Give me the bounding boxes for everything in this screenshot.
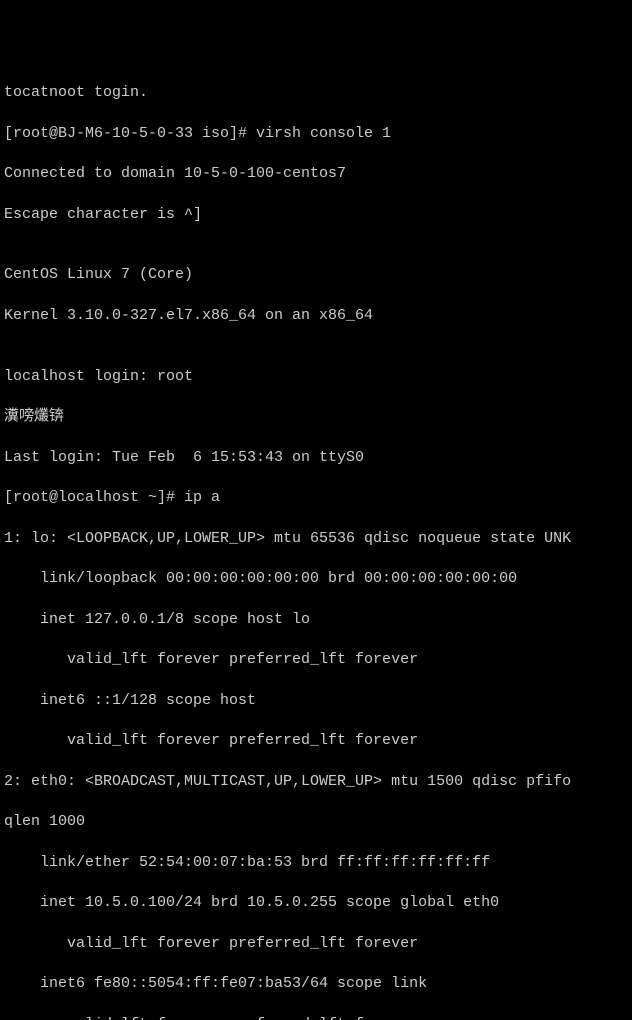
terminal-line-password-garbled: 瀵嗙爜锛 (4, 407, 628, 427)
terminal-line-eth0-qlen: qlen 1000 (4, 812, 628, 832)
terminal-line-escape: Escape character is ^] (4, 205, 628, 225)
terminal-line-ip-cmd: [root@localhost ~]# ip a (4, 488, 628, 508)
terminal-line-lo-lft6: valid_lft forever preferred_lft forever (4, 731, 628, 751)
terminal-line-last-login: Last login: Tue Feb 6 15:53:43 on ttyS0 (4, 448, 628, 468)
terminal-line-lo-inet: inet 127.0.0.1/8 scope host lo (4, 610, 628, 630)
terminal-line-virsh-cmd: [root@BJ-M6-10-5-0-33 iso]# virsh consol… (4, 124, 628, 144)
terminal-line-truncated: tocatnoot togin. (4, 83, 628, 103)
terminal-line-eth0-inet6: inet6 fe80::5054:ff:fe07:ba53/64 scope l… (4, 974, 628, 994)
terminal-line-connected: Connected to domain 10-5-0-100-centos7 (4, 164, 628, 184)
terminal-line-lo-inet6: inet6 ::1/128 scope host (4, 691, 628, 711)
terminal-line-lo-iface: 1: lo: <LOOPBACK,UP,LOWER_UP> mtu 65536 … (4, 529, 628, 549)
terminal-line-login: localhost login: root (4, 367, 628, 387)
terminal-line-eth0-iface: 2: eth0: <BROADCAST,MULTICAST,UP,LOWER_U… (4, 772, 628, 792)
terminal-line-eth0-inet: inet 10.5.0.100/24 brd 10.5.0.255 scope … (4, 893, 628, 913)
terminal-line-kernel: Kernel 3.10.0-327.el7.x86_64 on an x86_6… (4, 306, 628, 326)
terminal-line-lo-link: link/loopback 00:00:00:00:00:00 brd 00:0… (4, 569, 628, 589)
terminal-line-lo-lft: valid_lft forever preferred_lft forever (4, 650, 628, 670)
terminal-line-eth0-link: link/ether 52:54:00:07:ba:53 brd ff:ff:f… (4, 853, 628, 873)
terminal-line-os: CentOS Linux 7 (Core) (4, 265, 628, 285)
terminal-line-eth0-lft6: valid_lft forever preferred_lft forever (4, 1015, 628, 1020)
terminal-line-eth0-lft: valid_lft forever preferred_lft forever (4, 934, 628, 954)
